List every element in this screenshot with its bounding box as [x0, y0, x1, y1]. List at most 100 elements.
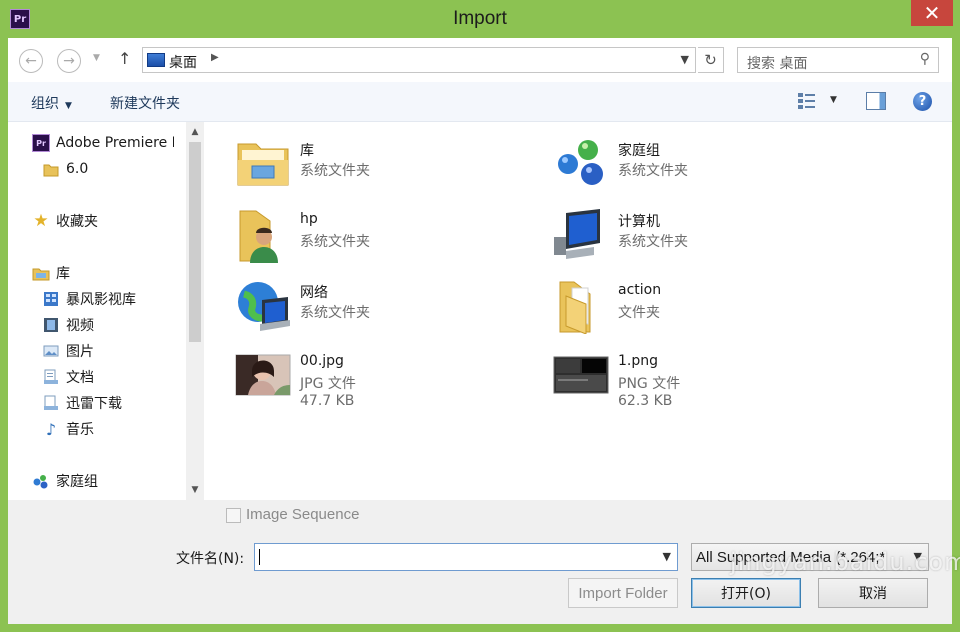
file-name: hp [300, 211, 318, 227]
arrow-up-icon: ↑ [118, 49, 132, 68]
file-name: action [618, 282, 662, 298]
nav-item-downloads[interactable]: 迅雷下载 [42, 392, 122, 414]
title-bar[interactable]: Pr Import ✕ [0, 0, 960, 38]
nav-item-documents[interactable]: 文档 [42, 366, 94, 388]
command-bar: 组织 ▼ 新建文件夹 ▼ ? [8, 82, 952, 122]
nav-item-label: 库 [56, 266, 70, 282]
file-type: 系统文件夹 [300, 305, 370, 321]
chevron-down-icon[interactable]: ▼ [663, 550, 671, 563]
file-item-hp[interactable]: hp 系统文件夹 [234, 207, 534, 271]
address-path[interactable]: 桌面 ▶ ▼ [142, 47, 696, 73]
search-placeholder: 搜索 桌面 [747, 56, 808, 72]
file-item-network[interactable]: 网络 系统文件夹 [234, 278, 534, 342]
change-view-icon[interactable] [797, 91, 819, 111]
chevron-down-icon: ▼ [65, 101, 72, 111]
videos-icon [44, 318, 58, 332]
nav-item-label: 迅雷下载 [66, 396, 122, 412]
cancel-button[interactable]: 取消 [818, 578, 928, 608]
nav-item-music[interactable]: ♪ 音乐 [42, 418, 94, 440]
nav-item-homegroup[interactable]: 家庭组 [32, 470, 98, 492]
nav-item-label: 音乐 [66, 422, 94, 438]
chevron-down-icon[interactable]: ▼ [681, 53, 689, 66]
nav-item-label: 收藏夹 [56, 214, 98, 230]
nav-item-pictures[interactable]: 图片 [42, 340, 94, 362]
documents-icon [44, 369, 58, 384]
refresh-icon: ↻ [704, 51, 717, 69]
image-sequence-checkbox[interactable] [226, 508, 241, 523]
close-icon: ✕ [923, 1, 941, 25]
file-item-00-jpg[interactable]: 00.jpg JPG 文件 47.7 KB [234, 349, 534, 413]
search-input[interactable]: 搜索 桌面 ⚲ [737, 47, 939, 73]
up-button[interactable]: ↑ [118, 49, 131, 68]
dialog-footer: Image Sequence 文件名(N): ▼ All Supported M… [8, 500, 952, 624]
help-icon: ? [918, 94, 927, 109]
back-button[interactable]: ← [19, 49, 43, 73]
file-type: JPG 文件 [300, 376, 356, 392]
nav-item-label: 家庭组 [56, 474, 98, 490]
new-folder-button[interactable]: 新建文件夹 [110, 93, 180, 113]
help-button[interactable]: ? [913, 92, 932, 111]
arrow-left-icon: ← [25, 53, 37, 69]
music-icon: ♪ [45, 419, 57, 439]
view-dropdown-icon[interactable]: ▼ [830, 95, 837, 105]
file-item-homegroup[interactable]: 家庭组 系统文件夹 [552, 136, 852, 200]
search-icon: ⚲ [919, 51, 930, 67]
preview-pane-button[interactable] [866, 92, 886, 110]
nav-item-favorites[interactable]: ★ 收藏夹 [32, 210, 98, 232]
image-thumbnail [553, 356, 609, 394]
downloads-icon [44, 395, 58, 410]
chevron-right-icon[interactable]: ▶ [211, 52, 219, 63]
scroll-up-icon[interactable]: ▲ [186, 124, 204, 140]
nav-item-libraries[interactable]: 库 [32, 262, 70, 284]
star-icon: ★ [33, 211, 49, 231]
nav-scrollbar[interactable]: ▲ ▼ [186, 122, 204, 500]
file-type: 文件夹 [618, 305, 660, 321]
file-size: 47.7 KB [300, 393, 355, 409]
desktop-icon [147, 53, 165, 67]
import-dialog: Pr Import ✕ ← → ▼ ↑ 桌面 ▶ ▼ ↻ 搜索 桌面 ⚲ 组织 … [0, 0, 960, 632]
file-type: PNG 文件 [618, 376, 681, 392]
new-folder-label: 新建文件夹 [110, 96, 180, 112]
organize-menu[interactable]: 组织 ▼ [31, 93, 72, 113]
open-button[interactable]: 打开(O) [691, 578, 801, 608]
file-type: 系统文件夹 [300, 234, 370, 250]
nav-item-label: 图片 [66, 344, 94, 360]
close-button[interactable]: ✕ [911, 0, 953, 26]
chevron-down-icon: ▼ [93, 53, 100, 63]
dialog-content: ← → ▼ ↑ 桌面 ▶ ▼ ↻ 搜索 桌面 ⚲ 组织 ▼ 新建文件夹 ▼ ? … [8, 38, 952, 624]
filename-field[interactable]: ▼ [254, 543, 678, 571]
scroll-down-icon[interactable]: ▼ [186, 482, 204, 498]
arrow-right-icon: → [63, 53, 75, 69]
nav-item-premiere[interactable]: Pr Adobe Premiere Pro [32, 132, 174, 154]
forward-button[interactable]: → [57, 49, 81, 73]
nav-item-label: 视频 [66, 318, 94, 334]
path-segment[interactable]: 桌面 [169, 52, 197, 72]
image-sequence-label: Image Sequence [246, 506, 360, 523]
refresh-button[interactable]: ↻ [698, 47, 724, 73]
file-name: 网络 [300, 285, 328, 301]
recent-locations-dropdown[interactable]: ▼ [93, 53, 100, 63]
file-type: 系统文件夹 [300, 163, 370, 179]
file-item-computer[interactable]: 计算机 系统文件夹 [552, 207, 852, 271]
image-thumbnail [235, 354, 291, 396]
nav-item-6-0[interactable]: 6.0 [42, 158, 88, 180]
library-icon [32, 268, 50, 281]
nav-item-video-library[interactable]: 暴风影视库 [42, 288, 136, 310]
file-name: 库 [300, 143, 314, 159]
address-bar: ← → ▼ ↑ 桌面 ▶ ▼ ↻ 搜索 桌面 ⚲ [8, 38, 952, 82]
file-type-select[interactable]: All Supported Media (*.264;* ▼ [691, 543, 929, 571]
file-type: 系统文件夹 [618, 234, 688, 250]
homegroup-icon [558, 140, 603, 185]
file-item-libraries[interactable]: 库 系统文件夹 [234, 136, 534, 200]
computer-icon [554, 209, 600, 259]
file-type-value: All Supported Media (*.264;* [696, 549, 886, 566]
scroll-thumb[interactable] [189, 142, 201, 342]
user-folder-icon [239, 210, 278, 263]
nav-item-videos[interactable]: 视频 [42, 314, 94, 336]
file-item-1-png[interactable]: 1.png PNG 文件 62.3 KB [552, 349, 852, 413]
import-folder-button[interactable]: Import Folder [568, 578, 678, 608]
file-item-action[interactable]: action 文件夹 [552, 278, 852, 342]
file-name: 1.png [618, 353, 659, 369]
window-title: Import [453, 8, 507, 29]
file-type: 系统文件夹 [618, 163, 688, 179]
